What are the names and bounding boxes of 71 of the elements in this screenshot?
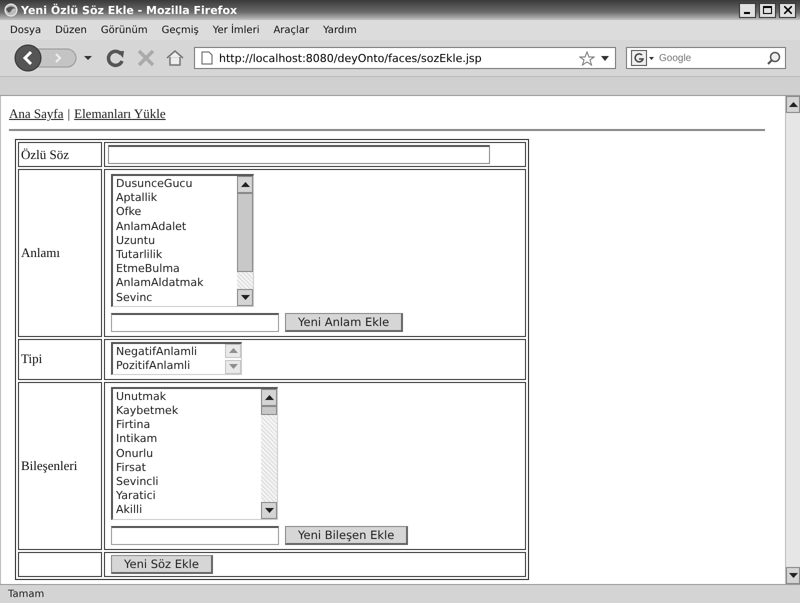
page-scrollbar[interactable] xyxy=(785,96,800,584)
window-title: Yeni Özlü Söz Ekle - Mozilla Firefox xyxy=(21,4,238,16)
reload-icon[interactable] xyxy=(106,48,126,68)
scrollbar[interactable] xyxy=(261,388,277,519)
list-option[interactable]: PozitifAnlamli xyxy=(116,358,222,373)
list-option[interactable]: Yaratici xyxy=(116,489,258,504)
list-option[interactable]: Intikam xyxy=(116,432,258,447)
maximize-icon[interactable] xyxy=(763,6,772,14)
menu-item[interactable]: Görünüm xyxy=(96,24,158,36)
list-option[interactable]: AnlamAldatmak xyxy=(116,276,234,291)
list-option[interactable]: Tutarlilik xyxy=(116,248,234,262)
page-icon xyxy=(201,51,213,65)
menu-item[interactable]: Düzen xyxy=(51,24,97,36)
list-box[interactable]: DusunceGucu Aptallik Ofke AnlamAdalet Uzuntu Tutarlilik EtmeBulma AnlamAldatmak Sevinc xyxy=(111,174,254,307)
google-icon xyxy=(631,50,655,66)
scrollbar[interactable] xyxy=(237,176,253,306)
star-icon[interactable] xyxy=(579,50,595,66)
list-option[interactable]: NegatifAnlamli xyxy=(116,344,222,359)
up-arrow-icon[interactable] xyxy=(240,182,250,187)
status-text: Tamam xyxy=(8,588,44,600)
load-elements-link[interactable]: Elemanları Yükle xyxy=(74,106,166,122)
new-item-input[interactable] xyxy=(111,312,279,332)
list-option[interactable]: Kaybetmek xyxy=(116,404,258,418)
submit-button[interactable]: Yeni Söz Ekle xyxy=(111,554,213,574)
menu-item[interactable]: Geçmiş xyxy=(158,24,209,36)
add-button[interactable]: Yeni Bileşen Ekle xyxy=(285,526,408,545)
list-option[interactable]: Akilli xyxy=(116,503,258,518)
search-field[interactable]: Google xyxy=(626,47,786,69)
list-option[interactable]: Aptallik xyxy=(116,191,234,206)
list-option[interactable]: Unutmak xyxy=(116,390,258,404)
field-label: Özlü Söz xyxy=(18,142,102,167)
down-arrow-icon[interactable] xyxy=(264,508,274,513)
address-bar[interactable]: http://localhost:8080/deyOnto/faces/sozEkle.jsp xyxy=(194,47,616,69)
list-option[interactable]: Ofke xyxy=(116,205,234,220)
minimize-button[interactable] xyxy=(739,2,756,18)
list-box[interactable]: Unutmak Kaybetmek Firtina Intikam Onurlu Firsat Sevincli Yaratici Akilli xyxy=(111,386,278,520)
menu-item[interactable]: Araçlar xyxy=(269,24,320,36)
list-option[interactable]: Firsat xyxy=(116,460,258,476)
list-box[interactable]: NegatifAnlamli PozitifAnlamli xyxy=(111,342,242,375)
quote-input[interactable] xyxy=(108,145,490,164)
list-option[interactable]: Sevinc xyxy=(116,290,234,305)
dropdown-icon[interactable] xyxy=(601,56,609,60)
list-option[interactable]: AnlamAdalet xyxy=(116,220,234,234)
list-option[interactable]: EtmeBulma xyxy=(116,262,234,276)
up-arrow-icon[interactable] xyxy=(264,394,274,400)
link-separator: | xyxy=(68,106,70,122)
menu-item[interactable]: Yer İmleri xyxy=(208,24,270,36)
add-button[interactable]: Yeni Anlam Ekle xyxy=(285,312,404,332)
list-option[interactable]: Sevincli xyxy=(116,475,258,490)
search-icon[interactable] xyxy=(767,51,781,65)
home-link[interactable]: Ana Sayfa xyxy=(9,106,64,122)
firefox-icon xyxy=(4,3,18,17)
down-arrow-icon[interactable] xyxy=(788,573,798,578)
list-option[interactable]: Onurlu xyxy=(116,446,258,461)
field-label: Bileşenleri xyxy=(18,382,102,550)
down-arrow-icon[interactable] xyxy=(240,294,250,300)
scrollbar-thumb[interactable] xyxy=(237,193,253,272)
field-label: Anlamı xyxy=(18,169,102,337)
scrollbar-thumb[interactable] xyxy=(261,406,277,416)
menu-item[interactable]: Dosya xyxy=(6,24,52,36)
list-option[interactable]: DusunceGucu xyxy=(116,177,234,192)
list-option[interactable]: Uzuntu xyxy=(116,234,234,248)
field-label: Tipi xyxy=(18,338,102,380)
menu-item[interactable]: Yardım xyxy=(319,24,367,36)
home-icon[interactable] xyxy=(166,50,184,66)
new-item-input[interactable] xyxy=(111,526,279,545)
close-button[interactable] xyxy=(779,2,796,18)
close-icon[interactable] xyxy=(784,6,792,14)
maximize-button[interactable] xyxy=(759,2,776,18)
up-arrow-icon[interactable] xyxy=(788,102,798,107)
list-option[interactable]: Firtina xyxy=(116,418,258,432)
